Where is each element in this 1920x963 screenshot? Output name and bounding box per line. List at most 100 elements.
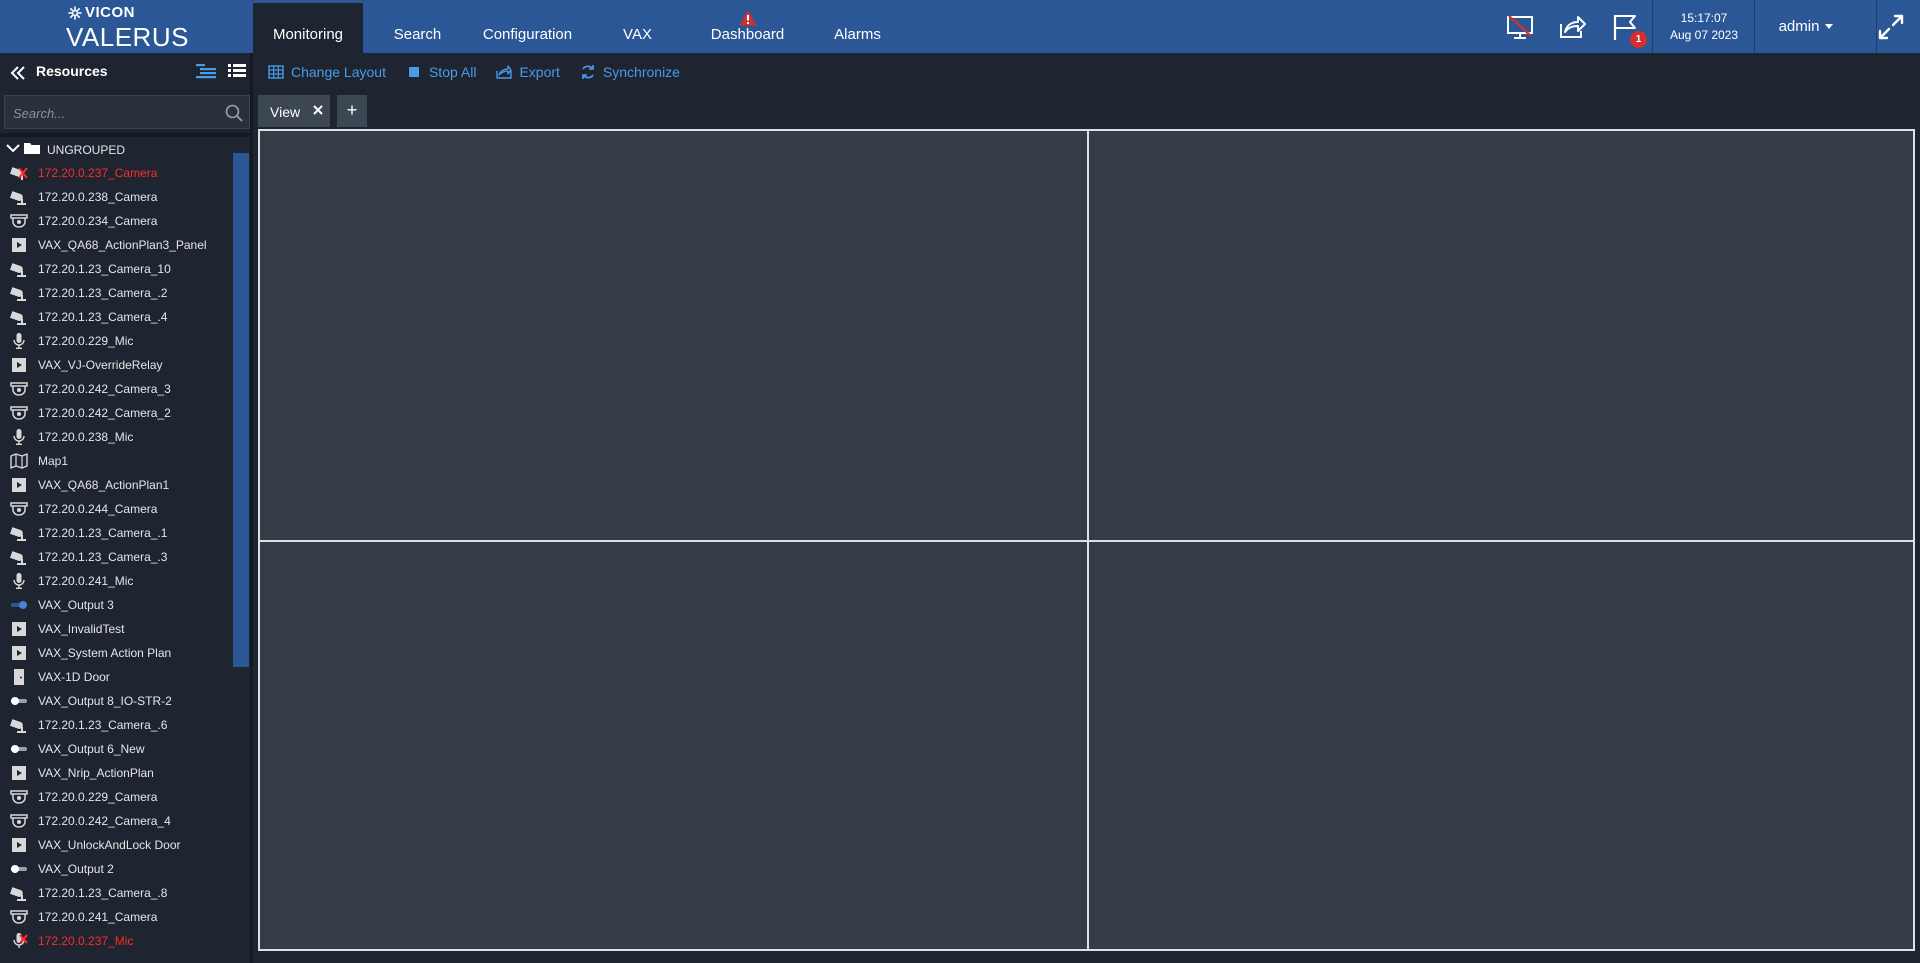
search-input[interactable] [13,103,213,123]
video-tile-2[interactable] [1089,131,1913,540]
resource-item[interactable]: 172.20.0.242_Camera_2 [0,401,233,425]
resource-label: VAX_Nrip_ActionPlan [38,766,154,780]
grid-divider [260,540,1913,542]
video-tile-1[interactable] [260,131,1087,540]
resource-item[interactable]: VAX_Output 6_New [0,737,233,761]
add-view-button[interactable]: + [337,95,367,127]
warning-icon [739,10,756,26]
resource-item[interactable]: VAX_System Action Plan [0,641,233,665]
export-button[interactable]: Export [496,64,560,80]
resource-item[interactable]: 172.20.0.238_Camera [0,185,233,209]
tab-monitoring[interactable]: Monitoring [253,0,363,53]
video-tile-4[interactable] [1089,542,1913,949]
change-layout-button[interactable]: Change Layout [268,64,386,80]
resource-item[interactable]: 172.20.1.23_Camera_.1 [0,521,233,545]
resource-item[interactable]: 172.20.1.23_Camera_10 [0,257,233,281]
resource-item[interactable]: VAX-1D Door [0,665,233,689]
resource-item[interactable]: 172.20.0.242_Camera_3 [0,377,233,401]
resource-item[interactable]: VAX_Output 8_IO-STR-2 [0,689,233,713]
fullscreen-icon[interactable] [1876,12,1906,42]
sidebar-border [250,53,253,963]
close-icon[interactable] [312,104,324,116]
search-icon[interactable] [225,104,243,122]
group-ungrouped[interactable]: UNGROUPED [0,137,233,161]
resource-item[interactable]: VAX_QA68_ActionPlan1 [0,473,233,497]
resource-list: 172.20.0.237_Camera 172.20.0.238_Camera 17… [0,161,233,953]
resource-item[interactable]: VAX_Output 3 [0,593,233,617]
user-name: admin [1778,18,1820,35]
resource-item[interactable]: 172.20.0.241_Camera [0,905,233,929]
dome-camera-icon [10,405,28,421]
vicon-logo-icon [68,5,82,20]
stop-all-button[interactable]: Stop All [406,64,476,80]
resource-item[interactable]: 172.20.1.23_Camera_.3 [0,545,233,569]
action-plan-icon [10,477,28,493]
monitor-off-icon[interactable] [1505,12,1535,42]
bullet-camera-icon [9,549,28,565]
resource-item[interactable]: 172.20.0.242_Camera_4 [0,809,233,833]
microphone-icon [10,333,28,349]
resource-item[interactable]: 172.20.1.23_Camera_.6 [0,713,233,737]
resource-label: 172.20.1.23_Camera_.4 [38,310,168,324]
toggle-off-icon [10,861,28,877]
camera-disabled-icon [9,165,28,181]
tab-alarms[interactable]: Alarms [815,0,900,53]
share-icon[interactable] [1557,12,1587,42]
resource-label: VAX_QA68_ActionPlan1 [38,478,170,492]
resource-item[interactable]: 172.20.0.229_Camera [0,785,233,809]
group-label: UNGROUPED [47,143,126,157]
dome-camera-icon [10,381,28,397]
resource-item[interactable]: VAX_UnlockAndLock Door [0,833,233,857]
synchronize-button[interactable]: Synchronize [580,64,680,80]
resource-item[interactable]: 172.20.0.241_Mic [0,569,233,593]
scrollbar-thumb[interactable] [233,153,249,667]
divider [1754,0,1755,53]
resource-label: VAX-1D Door [38,670,110,684]
resource-item[interactable]: 172.20.0.238_Mic [0,425,233,449]
resource-item[interactable]: VAX_VJ-OverrideRelay [0,353,233,377]
collapse-sidebar-icon[interactable] [10,65,26,81]
tab-vax[interactable]: VAX [600,0,675,53]
resource-item[interactable]: 172.20.1.23_Camera_.8 [0,881,233,905]
resource-item[interactable]: 172.20.0.229_Mic [0,329,233,353]
resource-label: 172.20.1.23_Camera_.1 [38,526,168,540]
resource-item[interactable]: VAX_Nrip_ActionPlan [0,761,233,785]
stop-icon [408,67,419,77]
resource-item[interactable]: VAX_Output 2 [0,857,233,881]
resource-item[interactable]: 172.20.0.237_Mic [0,929,233,953]
caret-down-icon [1825,24,1834,29]
tab-configuration[interactable]: Configuration [470,0,585,53]
resource-item[interactable]: Map1 [0,449,233,473]
view-tab-label: View [270,104,301,120]
resource-label: 172.20.0.242_Camera_4 [38,814,171,828]
resource-item[interactable]: 172.20.1.23_Camera_.4 [0,305,233,329]
flag-badge: 1 [1630,31,1647,48]
resource-label: 172.20.0.238_Camera [38,190,158,204]
tab-dashboard[interactable]: Dashboard [695,0,800,53]
dome-camera-icon [10,813,28,829]
action-plan-icon [10,237,28,253]
list-view-icon[interactable] [228,63,246,81]
tree-view-icon[interactable] [196,63,216,81]
resource-item[interactable]: 172.20.0.237_Camera [0,161,233,185]
resource-item[interactable]: VAX_QA68_ActionPlan3_Panel [0,233,233,257]
resource-label: VAX_System Action Plan [38,646,172,660]
resource-label: 172.20.1.23_Camera_.3 [38,550,168,564]
dome-camera-icon [10,909,28,925]
resource-label: VAX_Output 2 [38,862,114,876]
door-icon [10,669,28,685]
app-logo: VICON VALERUS [66,4,196,52]
resource-item[interactable]: 172.20.0.244_Camera [0,497,233,521]
tab-search[interactable]: Search [370,0,465,53]
resource-item[interactable]: 172.20.0.234_Camera [0,209,233,233]
divider [1652,0,1653,53]
chevron-down-icon[interactable] [6,141,20,155]
user-menu[interactable]: admin [1756,0,1856,53]
product-name: VALERUS [66,22,189,52]
dome-camera-icon [10,213,28,229]
resource-item[interactable]: VAX_InvalidTest [0,617,233,641]
resource-label: VAX_QA68_ActionPlan3_Panel [38,238,207,252]
resource-item[interactable]: 172.20.1.23_Camera_.2 [0,281,233,305]
view-tab[interactable]: View [258,95,330,127]
video-tile-3[interactable] [260,542,1087,949]
